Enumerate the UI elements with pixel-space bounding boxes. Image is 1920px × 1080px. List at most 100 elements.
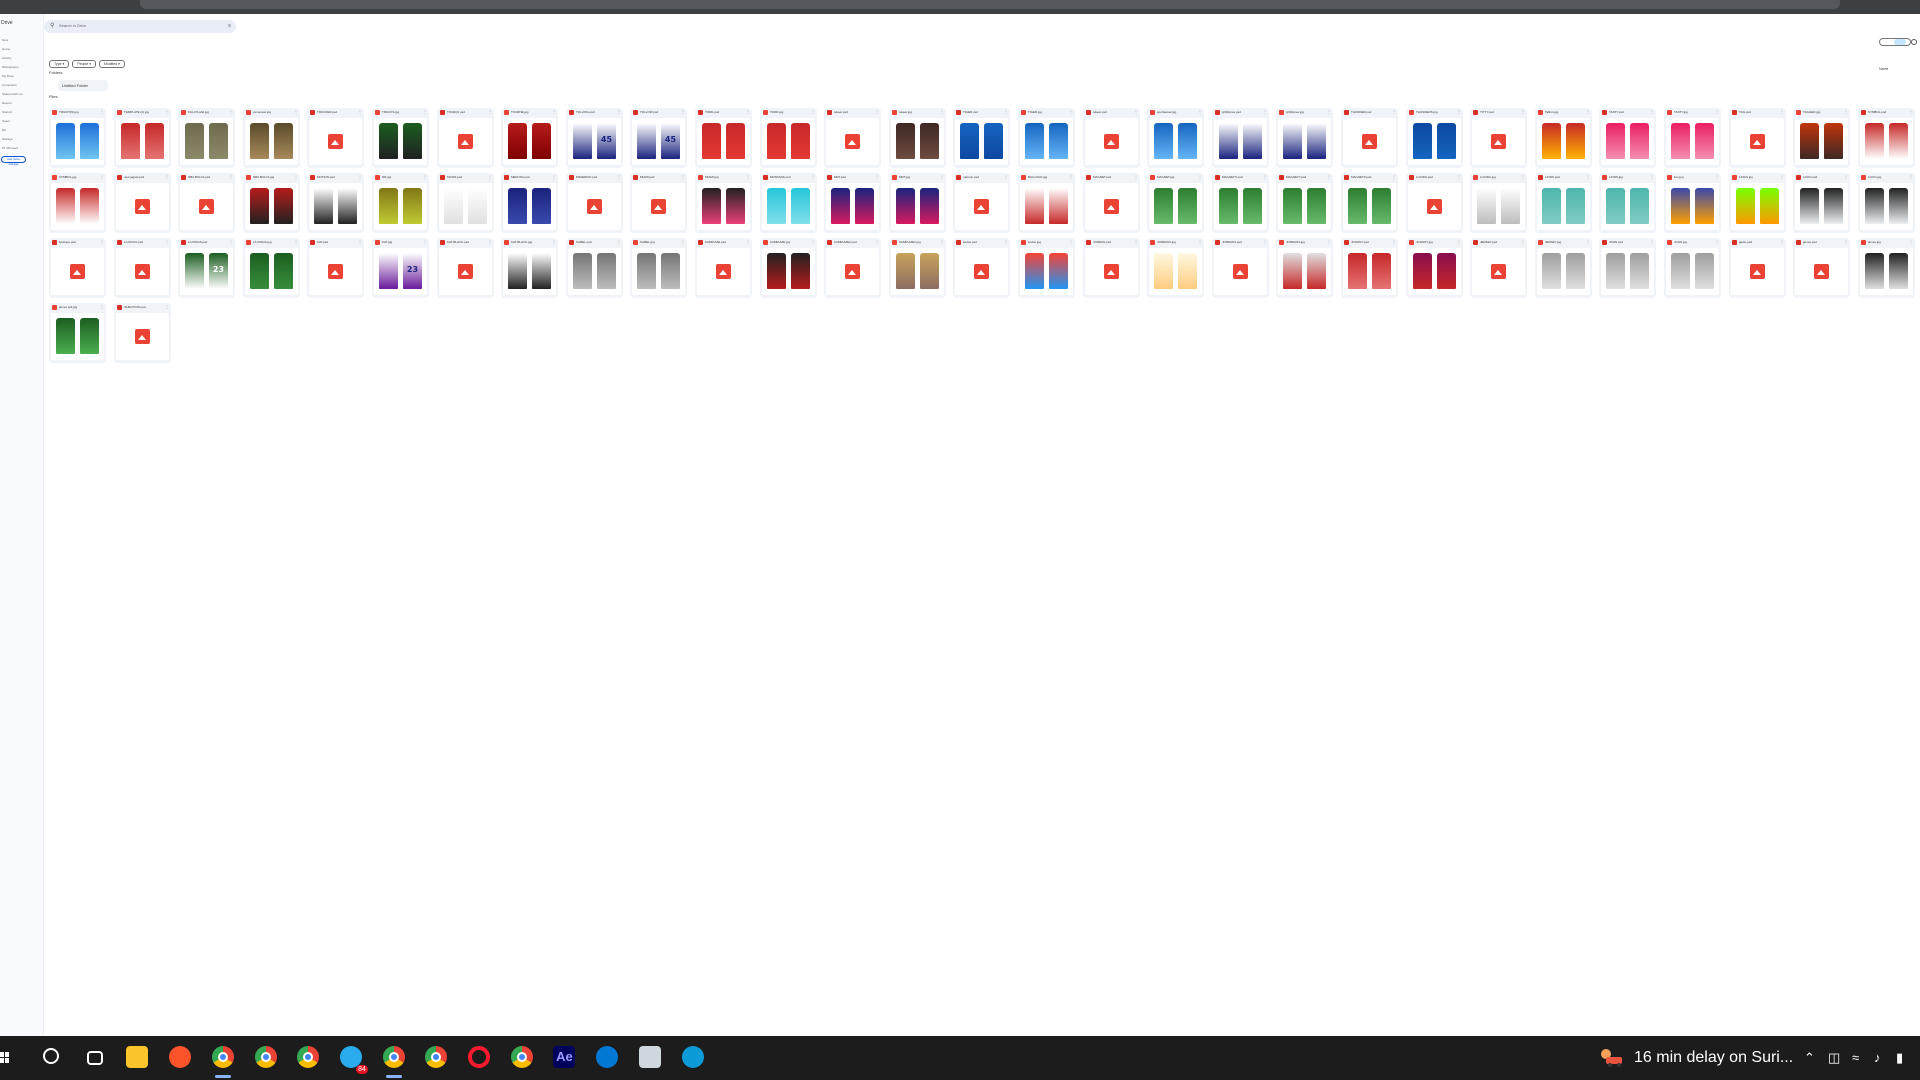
more-options-icon[interactable]: ⋮ <box>1263 239 1267 244</box>
file-tile[interactable]: KAREL.psd ⋮ <box>566 238 623 298</box>
file-thumbnail[interactable] <box>439 183 492 230</box>
file-thumbnail[interactable] <box>503 248 556 295</box>
file-thumbnail[interactable] <box>503 118 556 165</box>
file-tile[interactable]: KAT BLACK.psd ⋮ <box>437 238 494 298</box>
file-thumbnail[interactable] <box>1601 248 1654 295</box>
file-thumbnail[interactable] <box>245 248 298 295</box>
file-tile[interactable]: LA ROCO.psd ⋮ <box>114 238 171 298</box>
more-options-icon[interactable]: ⋮ <box>1909 109 1913 114</box>
more-options-icon[interactable]: ⋮ <box>1263 109 1267 114</box>
more-options-icon[interactable]: ⋮ <box>1650 174 1654 179</box>
more-options-icon[interactable]: ⋮ <box>100 304 104 309</box>
file-tile[interactable]: new jaguar.psd ⋮ <box>114 173 171 233</box>
more-options-icon[interactable]: ⋮ <box>1909 239 1913 244</box>
file-thumbnail[interactable] <box>1472 183 1525 230</box>
file-tile[interactable]: TOURNE.jpg ⋮ <box>501 108 558 168</box>
more-options-icon[interactable]: ⋮ <box>746 174 750 179</box>
more-options-icon[interactable]: ⋮ <box>1715 109 1719 114</box>
more-options-icon[interactable]: ⋮ <box>1392 239 1396 244</box>
file-thumbnail[interactable] <box>439 118 492 165</box>
info-icon[interactable] <box>1911 39 1917 45</box>
filter-chip[interactable]: Modified ▾ <box>98 60 125 68</box>
file-thumbnail[interactable] <box>955 183 1008 230</box>
file-thumbnail[interactable] <box>1278 118 1331 165</box>
file-thumbnail[interactable] <box>1278 183 1331 230</box>
file-thumbnail[interactable] <box>1731 183 1784 230</box>
file-tile[interactable]: MDT.psd ⋮ <box>824 173 881 233</box>
file-thumbnail[interactable] <box>1020 248 1073 295</box>
search-input[interactable]: Search in Drive <box>59 23 86 29</box>
grid-view-icon[interactable] <box>1894 39 1906 45</box>
more-options-icon[interactable]: ⋮ <box>1198 239 1202 244</box>
more-options-icon[interactable]: ⋮ <box>940 174 944 179</box>
more-options-icon[interactable]: ⋮ <box>1134 239 1138 244</box>
more-options-icon[interactable]: ⋮ <box>746 109 750 114</box>
file-tile[interactable]: tekeet.jpg ⋮ <box>889 108 946 168</box>
more-options-icon[interactable]: ⋮ <box>1134 109 1138 114</box>
file-tile[interactable]: JORDAN2.jpg ⋮ <box>1147 238 1204 298</box>
file-tile[interactable]: LINGS.jpg ⋮ <box>1729 173 1786 233</box>
wifi-icon[interactable]: ≈ <box>1852 1048 1859 1068</box>
file-explorer-icon[interactable] <box>115 1036 159 1080</box>
file-thumbnail[interactable] <box>1795 118 1848 165</box>
search-options-icon[interactable]: ≡ <box>228 23 231 29</box>
more-options-icon[interactable]: ⋮ <box>229 109 233 114</box>
file-tile[interactable]: LA KINGS.jpg ⋮ <box>243 238 300 298</box>
file-tile[interactable]: TAG.psd ⋮ <box>1729 108 1786 168</box>
file-tile[interactable]: phillipines.jpg ⋮ <box>1276 108 1333 168</box>
more-options-icon[interactable]: ⋮ <box>1780 174 1784 179</box>
more-options-icon[interactable]: ⋮ <box>488 174 492 179</box>
more-options-icon[interactable]: ⋮ <box>165 304 169 309</box>
drive-logo[interactable]: Drive <box>1 20 13 26</box>
file-tile[interactable]: JORDAN3.jpg ⋮ <box>1276 238 1333 298</box>
address-bar[interactable] <box>140 0 1840 9</box>
file-tile[interactable]: NBA BULLS.psd ⋮ <box>178 173 235 233</box>
file-thumbnail[interactable] <box>955 248 1008 295</box>
file-thumbnail[interactable] <box>1731 118 1784 165</box>
file-tile[interactable]: LUCIDA.jpg ⋮ <box>1470 173 1527 233</box>
file-tile[interactable]: TOLLOW.psd ⋮ 45 <box>630 108 687 168</box>
more-options-icon[interactable]: ⋮ <box>681 239 685 244</box>
file-thumbnail[interactable] <box>116 313 169 360</box>
more-options-icon[interactable]: ⋮ <box>1780 239 1784 244</box>
chrome-m-icon[interactable] <box>201 1036 245 1080</box>
sidebar-item[interactable]: Recent <box>2 101 12 105</box>
file-thumbnail[interactable]: 45 <box>632 118 685 165</box>
task-view-icon[interactable] <box>73 1036 117 1080</box>
more-options-icon[interactable]: ⋮ <box>940 109 944 114</box>
file-thumbnail[interactable] <box>51 183 104 230</box>
file-thumbnail[interactable] <box>1085 248 1138 295</box>
more-options-icon[interactable]: ⋮ <box>1134 174 1138 179</box>
search-icon[interactable]: ⚲ <box>50 23 54 29</box>
file-thumbnail[interactable] <box>1149 183 1202 230</box>
file-tile[interactable]: james.jpg ⋮ <box>1858 238 1915 298</box>
file-thumbnail[interactable] <box>1860 118 1913 165</box>
more-options-icon[interactable]: ⋮ <box>1650 239 1654 244</box>
file-tile[interactable]: TRUCKER.psd ⋮ <box>307 108 364 168</box>
file-thumbnail[interactable] <box>891 183 944 230</box>
sidebar-item[interactable]: Spam <box>2 119 10 123</box>
file-tile[interactable]: lion.jpg ⋮ <box>1664 173 1721 233</box>
file-thumbnail[interactable] <box>1860 183 1913 230</box>
more-options-icon[interactable]: ⋮ <box>100 174 104 179</box>
more-options-icon[interactable]: ⋮ <box>165 109 169 114</box>
sidebar-item[interactable]: Shared with me <box>2 92 23 96</box>
chevron-up-icon[interactable]: ⌃ <box>1804 1048 1815 1068</box>
file-tile[interactable]: kodoo.jpg ⋮ <box>1018 238 1075 298</box>
file-tile[interactable]: KAT BLACK.jpg ⋮ <box>501 238 558 298</box>
file-tile[interactable]: tekeet.psd ⋮ <box>824 108 881 168</box>
more-options-icon[interactable]: ⋮ <box>811 239 815 244</box>
more-options-icon[interactable]: ⋮ <box>1198 174 1202 179</box>
sidebar-item[interactable]: Bin <box>2 128 6 132</box>
file-tile[interactable]: LUCIDA.psd ⋮ <box>1406 173 1463 233</box>
file-thumbnail[interactable] <box>632 183 685 230</box>
file-tile[interactable]: NR.jpg ⋮ <box>372 173 429 233</box>
file-tile[interactable]: MAGNETZ.psd ⋮ <box>1341 173 1398 233</box>
file-thumbnail[interactable] <box>826 183 879 230</box>
file-tile[interactable]: lipstique.psd ⋮ <box>49 238 106 298</box>
more-options-icon[interactable]: ⋮ <box>100 239 104 244</box>
file-tile[interactable]: MAGNET.jpg ⋮ <box>1147 173 1204 233</box>
more-options-icon[interactable]: ⋮ <box>1392 174 1396 179</box>
more-options-icon[interactable]: ⋮ <box>1844 239 1848 244</box>
view-toggle[interactable] <box>1879 38 1917 46</box>
